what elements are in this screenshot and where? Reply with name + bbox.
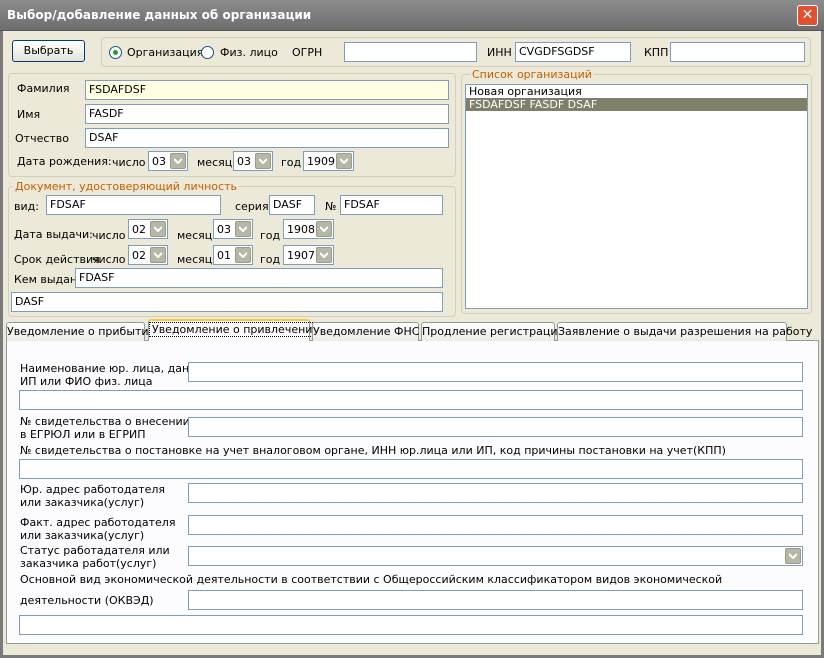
birth-month-select[interactable]: 03 <box>233 151 273 171</box>
actual-address-input[interactable] <box>188 515 803 535</box>
valid-day-select[interactable]: 02 <box>128 245 168 265</box>
tab-work-permit-application[interactable]: Заявление о выдачи разрешения на работу <box>557 322 812 341</box>
close-button[interactable]: ✕ <box>797 5 818 26</box>
legal-address-label: Юр. адрес работодателя <box>20 483 166 496</box>
kpp-label: КПП <box>644 46 669 59</box>
surname-input[interactable]: FSDAFDSF <box>85 80 449 100</box>
tax-registration-input[interactable] <box>19 459 803 479</box>
issue-month-select[interactable]: 03 <box>213 219 253 239</box>
employer-status-select[interactable] <box>188 546 803 566</box>
valid-month-select[interactable]: 01 <box>213 245 253 265</box>
birth-year-label: год <box>281 156 302 169</box>
cert-label: № свидетельства о внесении <box>20 415 190 428</box>
valid-month-label: месяц <box>177 253 213 266</box>
issue-day-label: число <box>92 229 126 242</box>
issue-year-label: год <box>260 229 281 242</box>
radio-person-label: Физ. лицо <box>220 46 278 59</box>
legal-address-input[interactable] <box>188 483 803 503</box>
birth-day-label: число <box>112 156 146 169</box>
valid-day-label: число <box>92 253 126 266</box>
radio-person[interactable] <box>201 46 214 59</box>
patronymic-input[interactable]: DSAF <box>85 128 449 148</box>
chevron-down-icon[interactable] <box>316 247 332 263</box>
okved-label: Основной вид экономической деятельности … <box>20 573 723 586</box>
employer-status-label: Статус работадателя или <box>20 544 170 557</box>
patronymic-label: Отчество <box>15 132 70 145</box>
cert-label-2: в ЕГРЮЛ или в ЕГРИП <box>20 428 146 441</box>
issued-by-input[interactable]: FDASF <box>75 268 443 288</box>
okved-input-2[interactable] <box>19 615 803 635</box>
org-list-item-selected[interactable]: FSDAFDSF FASDF DSAF <box>466 98 807 111</box>
valid-year-label: год <box>260 253 281 266</box>
doc-series-label: серия <box>235 200 269 213</box>
okved-input[interactable] <box>188 590 803 610</box>
name-input[interactable]: FASDF <box>85 104 449 124</box>
chevron-down-icon[interactable] <box>255 153 271 169</box>
issued-by-label: Кем выдан: <box>14 273 81 286</box>
ogrn-input[interactable] <box>344 42 477 62</box>
issue-date-label: Дата выдачи: <box>14 228 93 241</box>
org-list-legend: Список организаций <box>470 68 594 81</box>
birth-month-label: месяц <box>197 156 233 169</box>
tab-arrival-notice[interactable]: Уведомление о прибытии <box>6 322 156 341</box>
actual-address-label-2: или заказчика(услуг) <box>20 529 145 542</box>
org-name-input[interactable] <box>188 362 803 382</box>
org-list[interactable]: Новая организация FSDAFDSF FASDF DSAF <box>465 84 808 309</box>
chevron-down-icon[interactable] <box>150 247 166 263</box>
chevron-down-icon[interactable] <box>316 221 332 237</box>
org-name-label-2: ИП или ФИО физ. лица <box>20 375 153 388</box>
org-name-input-2[interactable] <box>19 390 803 410</box>
chevron-down-icon[interactable] <box>336 153 352 169</box>
issue-day-select[interactable]: 02 <box>128 219 168 239</box>
tab-registration-extension[interactable]: Продление регистрации <box>421 322 565 341</box>
actual-address-label: Факт. адрес работодателя <box>20 516 176 529</box>
valid-until-label: Срок действия <box>14 253 100 266</box>
kpp-input[interactable] <box>670 42 805 62</box>
doc-series-input[interactable]: DASF <box>269 195 315 215</box>
select-button[interactable]: Выбрать <box>12 40 85 62</box>
doc-type-label: вид: <box>14 200 39 213</box>
org-list-item[interactable]: Новая организация <box>466 85 807 98</box>
title-bar: Выбор/добавление данных об организации ✕ <box>0 0 824 31</box>
document-legend: Документ, удостоверяющий личность <box>13 180 239 193</box>
valid-year-select[interactable]: 1907 <box>283 245 334 265</box>
issued-by-input-2[interactable]: DASF <box>11 292 443 312</box>
org-name-label: Наименование юр. лица, данные <box>20 362 212 375</box>
chevron-down-icon[interactable] <box>170 153 186 169</box>
chevron-down-icon[interactable] <box>785 548 801 564</box>
issue-year-select[interactable]: 1908 <box>283 219 334 239</box>
window-title: Выбор/добавление данных об организации <box>7 8 312 22</box>
doc-type-input[interactable]: FDSAF <box>46 195 221 215</box>
birth-day-select[interactable]: 03 <box>148 151 188 171</box>
issue-month-label: месяц <box>177 229 213 242</box>
doc-number-input[interactable]: FDSAF <box>340 195 443 215</box>
tab-tax-notice[interactable]: Уведомление ФНС <box>312 322 419 341</box>
radio-organization[interactable] <box>109 46 122 59</box>
inn-label: ИНН <box>487 46 512 59</box>
ogrn-label: ОГРН <box>292 46 323 59</box>
employer-status-label-2: заказчика работ(услуг) <box>20 557 157 570</box>
chevron-down-icon[interactable] <box>150 221 166 237</box>
tax-registration-label: № свидетельства о постановке на учет вна… <box>20 444 726 457</box>
inn-input[interactable]: CVGDFSGDSF <box>515 42 631 62</box>
surname-label: Фамилия <box>17 82 70 95</box>
tab-hiring-notice[interactable]: Уведомление о привлечении <box>148 319 323 341</box>
chevron-down-icon[interactable] <box>235 247 251 263</box>
legal-address-label-2: или заказчика(услуг) <box>20 496 145 509</box>
birth-year-select[interactable]: 1909 <box>303 151 354 171</box>
name-label: Имя <box>17 108 41 121</box>
radio-organization-label: Организация <box>127 46 204 59</box>
chevron-down-icon[interactable] <box>235 221 251 237</box>
cert-input[interactable] <box>188 417 803 437</box>
doc-number-label: № <box>325 200 337 213</box>
okved-label-2: деятельности (ОКВЭД) <box>20 594 154 607</box>
birth-date-label: Дата рождения: <box>17 155 112 168</box>
